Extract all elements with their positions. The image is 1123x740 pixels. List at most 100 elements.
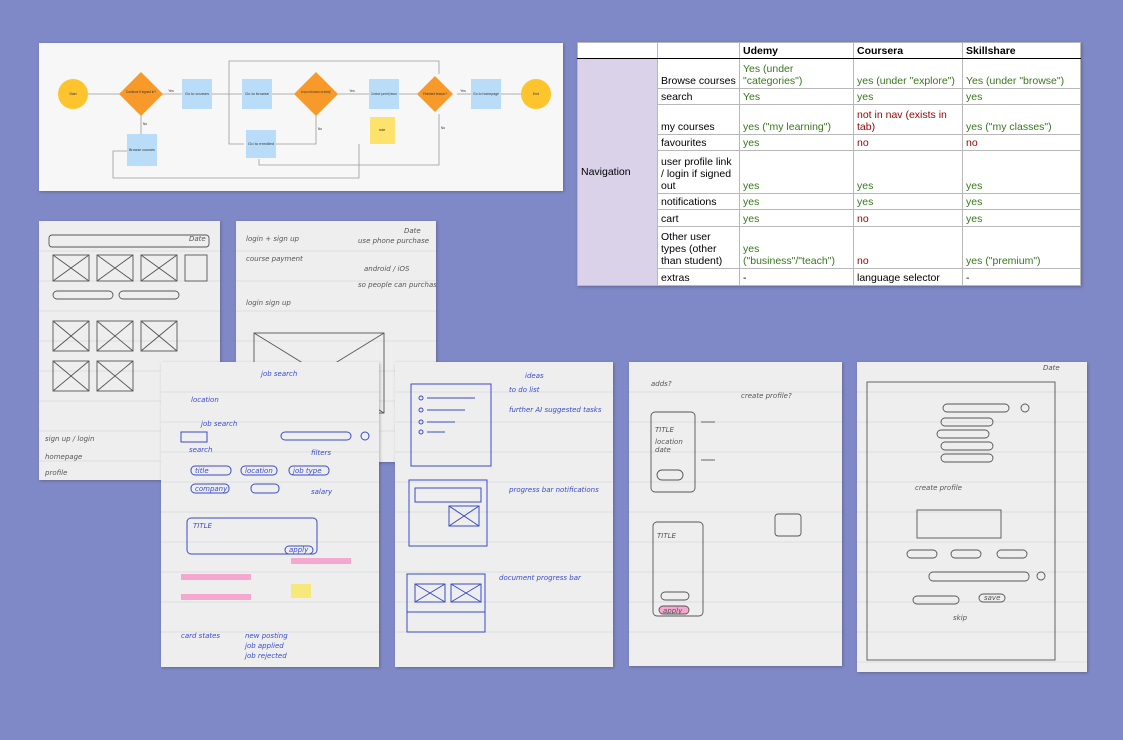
cell-coursera: not in nav (exists in tab) (853, 104, 963, 135)
sketch3-apply: apply (289, 546, 309, 554)
flow-edge-no-2: No (318, 127, 322, 131)
sketch3-new-posting: new posting (245, 632, 288, 640)
cell-coursera: yes (853, 192, 963, 211)
cell-udemy: yes (739, 133, 854, 152)
comparison-table-panel: Udemy Coursera Skillshare Navigation Brow… (577, 42, 1081, 286)
sketch4-title: ideas (525, 372, 544, 380)
cell-udemy: yes (739, 192, 854, 211)
cell-udemy: Yes (739, 87, 854, 106)
sketch2-label-login2: login sign up (246, 299, 291, 307)
sketch2-date: Date (404, 227, 421, 235)
sketch6-create-profile: create profile (915, 484, 962, 492)
sketch3-card-title: TITLE (193, 522, 213, 530)
table-row: Navigation Browse courses Yes (under "cate… (577, 58, 1081, 286)
sketch4-todo: to do list (509, 386, 540, 394)
sketch1-label-profile: profile (44, 469, 67, 477)
sketch2-label-login: login + sign up (246, 235, 300, 243)
sketch2-note-purchase: so people can purchase course (358, 281, 436, 289)
flow-go-browse: Go to browse (245, 92, 269, 96)
cell-coursera: yes (853, 87, 963, 106)
sketch3-filters: filters (311, 449, 331, 457)
cell-feature: favourites (657, 133, 740, 152)
header-udemy: Udemy (739, 42, 854, 59)
sketch3-search: search (189, 446, 212, 454)
sketch3-filter-location: location (245, 467, 273, 475)
sketch4-doc-progress: document progress bar (499, 574, 582, 582)
section-navigation: Navigation (577, 58, 658, 286)
cell-feature: notifications (657, 192, 740, 211)
cell-skillshare: yes (962, 150, 1081, 194)
flow-edge-yes-3: Yes (460, 89, 466, 93)
sketch3-applied: job applied (244, 642, 284, 650)
cell-coursera: language selector (853, 268, 963, 286)
flow-end: End (533, 92, 539, 96)
cell-udemy: yes (739, 209, 854, 227)
cell-skillshare: - (962, 268, 1081, 286)
cell-skillshare: no (962, 133, 1081, 152)
sketch5-apply: apply (663, 607, 683, 615)
sketch1-date: Date (189, 235, 206, 243)
sketch5-card-date: date (655, 446, 671, 454)
sketch3-filter-company: company (195, 485, 228, 493)
cell-skillshare: Yes (under "browse") (962, 58, 1081, 89)
flowchart-diagram: Start Continue if signed in? Go to cours… (58, 60, 551, 179)
header-cell (657, 42, 740, 59)
header-coursera: Coursera (853, 42, 963, 59)
sketch6-date: Date (1043, 364, 1060, 372)
flow-edge-no-1: No (143, 122, 147, 126)
sketch3-card-states: card states (181, 632, 220, 640)
sketch-job-search: job search location job search search ti… (161, 362, 379, 667)
sketch2-note-android: android / iOS (364, 265, 410, 273)
flow-signed-in: Continue if signed in? (126, 90, 156, 94)
flow-go-courses: Go to courses (185, 92, 209, 96)
flow-edge-yes-1: Yes (168, 89, 174, 93)
sketch-ideas: ideas to do list further AI suggested ta… (395, 362, 613, 667)
sketch3-filter-salary: salary (311, 488, 333, 496)
cell-feature: user profile link / login if signed out (657, 150, 740, 194)
sketch1-label-homepage: homepage (45, 453, 82, 461)
sketch4-progress-notif: progress bar notifications (508, 486, 599, 494)
cell-coursera: no (853, 133, 963, 152)
sketch3-title: job search (260, 370, 297, 378)
flow-edge-yes-2: Yes (349, 89, 355, 93)
flow-note: note (379, 128, 386, 132)
cell-coursera: no (853, 225, 963, 270)
cell-feature: extras (657, 268, 740, 286)
cell-feature: my courses (657, 104, 740, 135)
cell-skillshare: yes (962, 192, 1081, 211)
sketch2-label-payment: course payment (246, 255, 303, 263)
cell-skillshare: yes (962, 87, 1081, 106)
sketch2-note-phone: use phone purchase (358, 237, 429, 245)
cell-skillshare: yes ("my classes") (962, 104, 1081, 135)
sketch4-ai-tasks: further AI suggested tasks (509, 406, 602, 414)
table-header-row: Udemy Coursera Skillshare (577, 42, 1081, 59)
flow-go-home: Go to homepage (473, 92, 499, 96)
header-cell (577, 42, 658, 59)
sketch3-rejected: job rejected (244, 652, 287, 660)
flow-start: Start (69, 92, 76, 96)
sketch-profile-form: Date create profile save skip (857, 362, 1087, 672)
sketch5-title: adds? (651, 380, 672, 388)
flow-browse-courses: Browse courses (129, 148, 155, 152)
comparison-table: Udemy Coursera Skillshare Navigation Brow… (577, 42, 1081, 286)
sketch-job-cards: adds? create profile? TITLE location dat… (629, 362, 842, 666)
sketch1-label-signup: sign up / login (45, 435, 94, 443)
cell-skillshare: yes (962, 209, 1081, 227)
sketch5-card-title: TITLE (655, 426, 675, 434)
sketch6-skip: skip (953, 614, 968, 622)
sketch3-filter-title: title (195, 467, 209, 475)
cell-feature: cart (657, 209, 740, 227)
sketch3-location: location (191, 396, 219, 404)
sketch6-save: save (984, 594, 1000, 602)
sketch5-create-profile: create profile? (741, 392, 792, 400)
sketch5-card-location: location (655, 438, 683, 446)
flow-continue-lesson: Continue (current) lesson (371, 92, 397, 96)
cell-skillshare: yes ("premium") (962, 225, 1081, 270)
cell-coursera: yes (853, 150, 963, 194)
cell-feature: Browse courses (657, 58, 740, 89)
sketch3-jobsearch: job search (200, 420, 237, 428)
cell-coursera: yes (under "explore") (853, 58, 963, 89)
cell-coursera: no (853, 209, 963, 227)
sketch3-filter-jobtype: job type (292, 467, 322, 475)
flowchart-image: Start Continue if signed in? Go to cours… (39, 43, 563, 191)
